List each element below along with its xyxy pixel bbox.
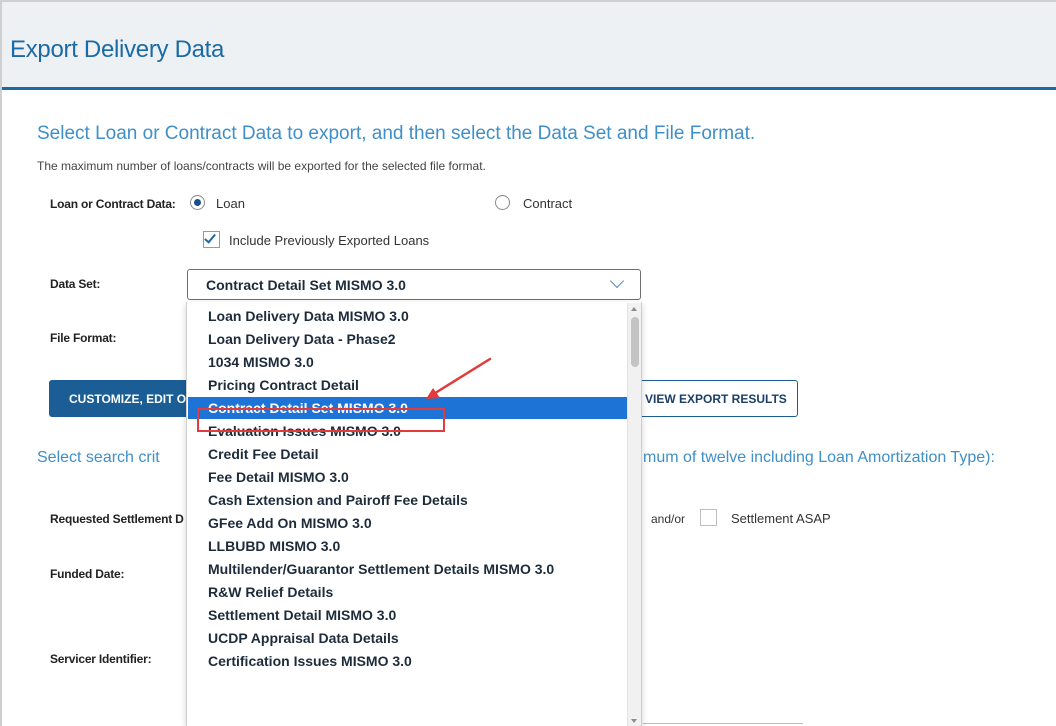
contract-radio[interactable] [495,195,510,210]
and-or-text: and/or [651,512,686,526]
data-set-option[interactable]: 1034 MISMO 3.0 [188,351,630,373]
funded-date-label: Funded Date: [50,567,125,581]
view-export-results-button[interactable]: VIEW EXPORT RESULTS [625,380,798,417]
data-set-option[interactable]: UCDP Appraisal Data Details [188,627,630,649]
data-set-option[interactable]: Loan Delivery Data - Phase2 [188,328,630,350]
data-set-option[interactable]: Credit Fee Detail [188,443,630,465]
data-set-option[interactable]: Fee Detail MISMO 3.0 [188,466,630,488]
requested-settlement-label: Requested Settlement D [50,512,184,526]
loan-radio-label: Loan [216,196,245,211]
data-set-option[interactable]: Cash Extension and Pairoff Fee Details [188,489,630,511]
data-set-option[interactable]: Certification Issues MISMO 3.0 [188,650,630,672]
data-set-dropdown-list: Loan Delivery Data MISMO 3.0 Loan Delive… [186,302,642,726]
search-heading-left: Select search crit [37,449,160,466]
data-set-option[interactable]: Pricing Contract Detail [188,374,630,396]
contract-radio-label: Contract [523,196,573,211]
data-set-select[interactable]: Contract Detail Set MISMO 3.0 [187,269,641,300]
data-set-option[interactable]: Multilender/Guarantor Settlement Details… [188,558,630,580]
include-previous-label: Include Previously Exported Loans [229,233,430,248]
data-set-option[interactable]: Settlement Detail MISMO 3.0 [188,604,630,626]
chevron-down-icon [609,273,625,289]
data-set-option[interactable]: LLBUBD MISMO 3.0 [188,535,630,557]
data-set-option[interactable]: Loan Delivery Data MISMO 3.0 [188,305,630,327]
page-header: Export Delivery Data [2,2,1056,90]
dropdown-scrollbar[interactable] [627,303,641,726]
search-heading-right: mum of twelve including Loan Amortizatio… [643,449,995,466]
data-set-option-selected[interactable]: Contract Detail Set MISMO 3.0 [188,397,630,419]
scroll-up-icon[interactable] [631,307,637,311]
annotation-arrow-icon [426,357,492,399]
data-set-label: Data Set: [50,277,101,291]
customize-button[interactable]: CUSTOMIZE, EDIT OR [49,380,199,417]
servicer-identifier-label: Servicer Identifier: [50,652,152,666]
intro-heading: Select Loan or Contract Data to export, … [37,123,756,144]
data-set-option[interactable]: R&W Relief Details [188,581,630,603]
file-format-label: File Format: [50,331,117,345]
scrollbar-thumb[interactable] [631,317,639,367]
settlement-asap-checkbox[interactable] [700,509,717,526]
check-icon [204,231,216,244]
data-set-selected-value: Contract Detail Set MISMO 3.0 [206,277,406,293]
include-previous-checkbox[interactable] [203,231,220,248]
settlement-asap-label: Settlement ASAP [731,511,831,526]
scroll-down-icon[interactable] [631,719,637,723]
data-set-option[interactable]: Evaluation Issues MISMO 3.0 [188,420,630,442]
data-set-option[interactable]: GFee Add On MISMO 3.0 [188,512,630,534]
page-title: Export Delivery Data [10,36,225,63]
intro-note: The maximum number of loans/contracts wi… [37,159,486,173]
loan-contract-label: Loan or Contract Data: [50,197,176,211]
servicer-identifier-input[interactable] [643,723,803,724]
loan-radio[interactable] [190,195,205,210]
